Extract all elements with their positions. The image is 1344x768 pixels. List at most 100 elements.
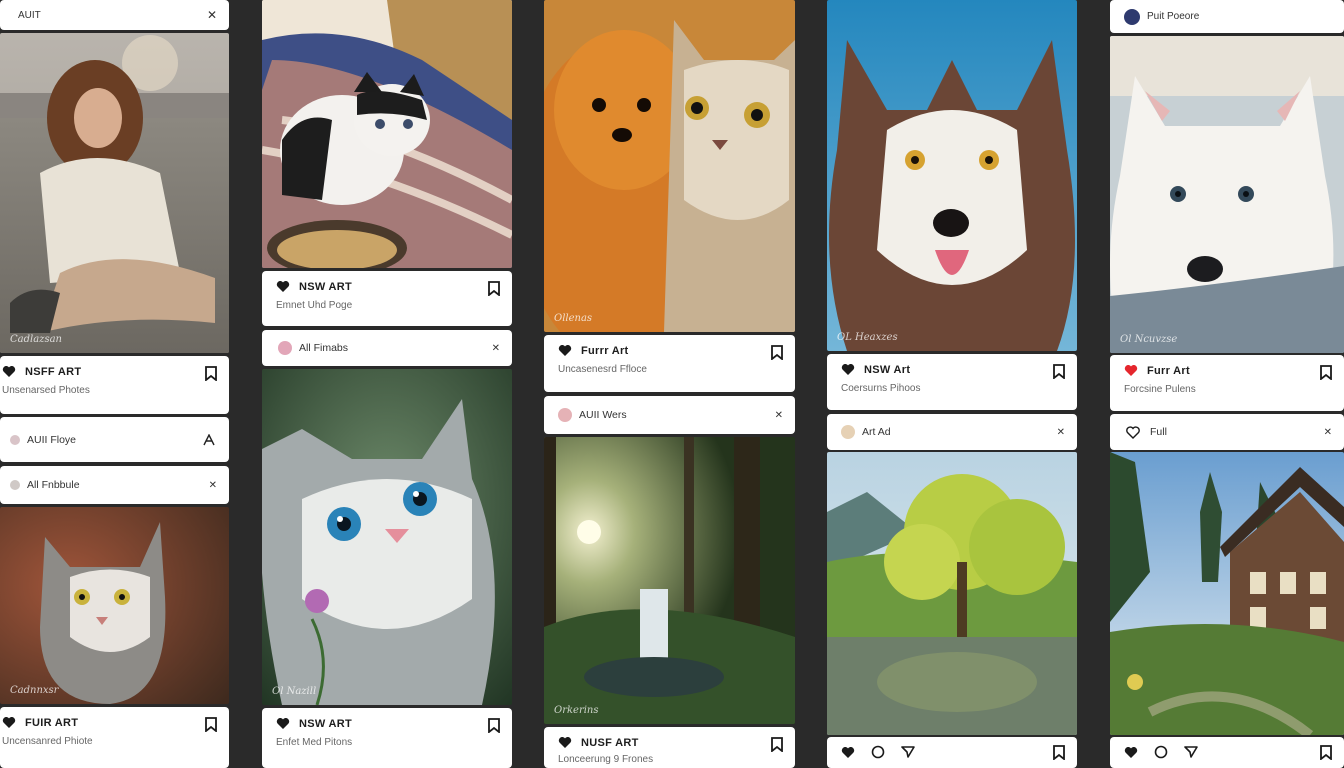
heart-icon[interactable] bbox=[558, 344, 572, 357]
post-image-dog-and-cat[interactable]: Ollenas bbox=[544, 0, 795, 332]
close-icon[interactable]: ✕ bbox=[492, 343, 500, 354]
bookmark-icon[interactable] bbox=[771, 737, 783, 752]
watermark: OL Heaxzes bbox=[837, 332, 898, 343]
post-info-card: NUSF ART Lonceerung 9 Frones bbox=[544, 727, 795, 768]
post-title: NSW Art bbox=[864, 363, 911, 376]
avatar-icon bbox=[10, 480, 20, 490]
avatar-icon bbox=[558, 408, 572, 422]
heart-icon[interactable] bbox=[841, 746, 855, 759]
heart-icon[interactable] bbox=[1124, 364, 1138, 377]
feed-column-4: OL Heaxzes NSW Art Coersurns Pihoos Art … bbox=[827, 0, 1077, 768]
send-icon[interactable] bbox=[1184, 745, 1198, 759]
heart-icon[interactable] bbox=[276, 717, 290, 730]
share-icon[interactable] bbox=[203, 433, 215, 446]
bookmark-icon[interactable] bbox=[488, 281, 500, 296]
profile-bar[interactable]: Puit Poeore bbox=[1110, 0, 1344, 33]
album-bar[interactable]: Art Ad ✕ bbox=[827, 414, 1077, 450]
post-title: Furr Art bbox=[1147, 364, 1190, 377]
post-image-forest-waterfall[interactable]: Orkerins bbox=[544, 437, 795, 724]
post-subtitle: Unsenarsed Photes bbox=[2, 385, 90, 396]
masonry-feed: AUIT ✕ Cadlazsan NSFF ART Unsenarsed Pho… bbox=[0, 0, 1344, 768]
send-icon[interactable] bbox=[901, 745, 915, 759]
post-subtitle: Forcsine Pulens bbox=[1124, 384, 1196, 395]
watermark: Ol Ncuvzse bbox=[1120, 334, 1178, 345]
post-title: NUSF ART bbox=[581, 736, 639, 749]
heart-icon[interactable] bbox=[1124, 746, 1138, 759]
feed-column-3: Ollenas Furrr Art Uncasenesrd Ffloce AUI… bbox=[544, 0, 795, 768]
album-bar[interactable]: AUII Wers ✕ bbox=[544, 396, 795, 434]
avatar-icon bbox=[1124, 8, 1140, 25]
post-subtitle: Uncensanred Phiote bbox=[2, 736, 93, 747]
post-info-card: NSFF ART Unsenarsed Photes bbox=[0, 356, 229, 414]
comment-icon[interactable] bbox=[1154, 745, 1168, 759]
bookmark-icon[interactable] bbox=[488, 718, 500, 733]
post-title: Furrr Art bbox=[581, 344, 629, 357]
post-image-husky[interactable]: OL Heaxzes bbox=[827, 0, 1077, 351]
album-label: Full bbox=[1150, 426, 1167, 438]
post-info-card: NSW ART Emnet Uhd Poge bbox=[262, 271, 512, 326]
post-action-bar bbox=[827, 737, 1077, 768]
post-image-woman-beach[interactable]: Cadlazsan bbox=[0, 33, 229, 353]
album-label: Art Ad bbox=[862, 426, 891, 438]
profile-bar[interactable]: AUIT ✕ bbox=[0, 0, 229, 30]
album-bar[interactable]: All Fnbbule ✕ bbox=[0, 466, 229, 504]
post-image-lake-tree[interactable] bbox=[827, 452, 1077, 735]
post-image-kitten-cushion[interactable] bbox=[262, 0, 512, 268]
bookmark-icon[interactable] bbox=[1320, 745, 1332, 760]
feed-column-5: Puit Poeore Ol Ncuvzse Furr Art Forcsine… bbox=[1110, 0, 1344, 768]
album-bar[interactable]: All Fimabs ✕ bbox=[262, 330, 512, 366]
post-subtitle: Enfet Med Pitons bbox=[276, 737, 353, 748]
avatar-icon bbox=[841, 425, 855, 439]
post-info-card: NSW Art Coersurns Pihoos bbox=[827, 354, 1077, 410]
heart-icon[interactable] bbox=[2, 365, 16, 378]
bookmark-icon[interactable] bbox=[205, 366, 217, 381]
close-icon[interactable]: ✕ bbox=[1324, 427, 1332, 438]
album-bar[interactable]: Full ✕ bbox=[1110, 414, 1344, 450]
close-icon[interactable]: ✕ bbox=[775, 410, 783, 421]
post-image-kitten-blue-eyes[interactable]: Ol Nazill bbox=[262, 369, 512, 705]
post-image-forest-cabin[interactable] bbox=[1110, 452, 1344, 735]
heart-icon[interactable] bbox=[2, 716, 16, 729]
close-icon[interactable]: ✕ bbox=[209, 480, 217, 491]
avatar-icon bbox=[278, 341, 292, 355]
bookmark-icon[interactable] bbox=[1053, 364, 1065, 379]
watermark: Ollenas bbox=[554, 313, 593, 324]
album-label: AUII Wers bbox=[579, 409, 627, 421]
post-title: NSFF ART bbox=[25, 365, 82, 378]
post-subtitle: Uncasenesrd Ffloce bbox=[558, 364, 647, 375]
post-info-card: FUIR ART Uncensanred Phiote bbox=[0, 707, 229, 768]
profile-label: AUIT bbox=[18, 9, 41, 21]
feed-column-2: NSW ART Emnet Uhd Poge All Fimabs ✕ Ol N bbox=[262, 0, 512, 768]
post-image-cat[interactable]: Cadnnxsr bbox=[0, 507, 229, 704]
album-label: All Fimabs bbox=[299, 342, 349, 354]
post-title: NSW ART bbox=[299, 717, 353, 730]
avatar-icon bbox=[10, 434, 20, 445]
bookmark-icon[interactable] bbox=[205, 717, 217, 732]
watermark: Cadlazsan bbox=[10, 334, 62, 345]
close-icon[interactable]: ✕ bbox=[1057, 427, 1065, 438]
post-title: FUIR ART bbox=[25, 716, 79, 729]
post-info-card: NSW ART Enfet Med Pitons bbox=[262, 708, 512, 768]
bookmark-icon[interactable] bbox=[771, 345, 783, 360]
bookmark-icon[interactable] bbox=[1053, 745, 1065, 760]
close-icon[interactable]: ✕ bbox=[207, 8, 217, 22]
post-info-card: Furr Art Forcsine Pulens bbox=[1110, 355, 1344, 411]
bookmark-icon[interactable] bbox=[1320, 365, 1332, 380]
comment-icon[interactable] bbox=[871, 745, 885, 759]
profile-label: Puit Poeore bbox=[1147, 11, 1200, 22]
watermark: Cadnnxsr bbox=[10, 685, 59, 696]
post-title: NSW ART bbox=[299, 280, 353, 293]
heart-icon[interactable] bbox=[558, 736, 572, 749]
post-subtitle: Emnet Uhd Poge bbox=[276, 300, 353, 311]
heart-icon[interactable] bbox=[841, 363, 855, 376]
post-subtitle: Lonceerung 9 Frones bbox=[558, 754, 654, 765]
album-bar[interactable]: AUII Floye bbox=[0, 417, 229, 462]
post-image-white-puppy[interactable]: Ol Ncuvzse bbox=[1110, 36, 1344, 353]
watermark: Orkerins bbox=[554, 705, 599, 716]
post-info-card: Furrr Art Uncasenesrd Ffloce bbox=[544, 335, 795, 392]
post-action-bar bbox=[1110, 737, 1344, 768]
album-label: All Fnbbule bbox=[27, 479, 80, 491]
heart-icon[interactable] bbox=[1126, 425, 1140, 439]
feed-column-1: AUIT ✕ Cadlazsan NSFF ART Unsenarsed Pho… bbox=[0, 0, 229, 768]
heart-icon[interactable] bbox=[276, 280, 290, 293]
